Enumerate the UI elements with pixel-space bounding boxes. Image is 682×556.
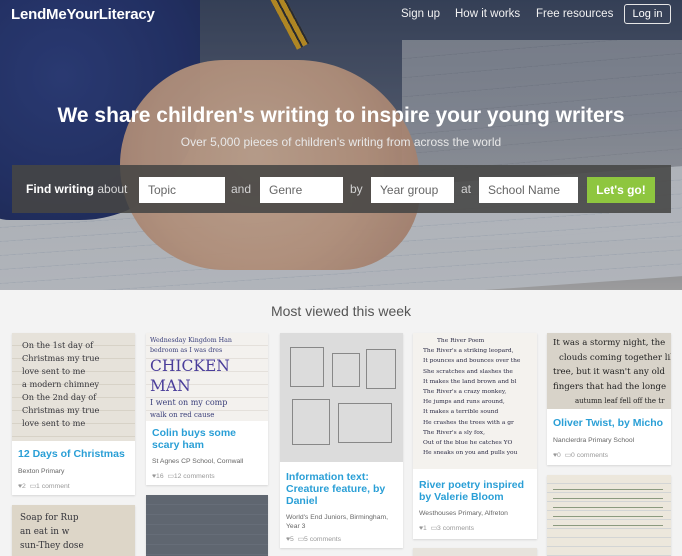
card-meta: ♥5 ▭5 comments xyxy=(286,536,342,543)
nav-free-resources[interactable]: Free resources xyxy=(536,8,613,20)
card-school: Bexton Primary xyxy=(18,468,65,475)
writing-card[interactable] xyxy=(413,548,537,556)
writing-card[interactable]: Wednesday Kingdom Han bedroom as I was d… xyxy=(146,333,268,485)
year-group-input[interactable] xyxy=(371,177,454,203)
search-label: Find writing about xyxy=(26,182,128,196)
card-title[interactable]: Oliver Twist, by Micho xyxy=(553,417,667,429)
topic-input[interactable] xyxy=(139,177,225,203)
writing-thumbnail: The River Poem The River's a striking le… xyxy=(413,333,537,469)
hero-subheadline: Over 5,000 pieces of children's writing … xyxy=(180,135,502,149)
writing-card[interactable]: Soap for Rup an eat in w sun-They dose xyxy=(12,505,135,556)
nav-how-it-works[interactable]: How it works xyxy=(455,8,520,20)
hero-headline: We share children's writing to inspire y… xyxy=(57,104,625,127)
card-school: World's End Juniors, Birmingham, Year 3 xyxy=(286,514,389,530)
writing-card[interactable]: On the 1st day of Christmas my true love… xyxy=(12,333,135,495)
genre-input[interactable] xyxy=(260,177,343,203)
writing-thumbnail xyxy=(413,548,537,556)
card-school: St Agnes CP School, Cornwall xyxy=(152,458,244,465)
card-meta: ♥16 ▭12 comments xyxy=(152,473,215,480)
writing-thumbnail: Wednesday Kingdom Han bedroom as I was d… xyxy=(146,333,268,421)
nav-sign-up[interactable]: Sign up xyxy=(401,8,440,20)
search-at-label: at xyxy=(461,182,472,196)
lets-go-button[interactable]: Let's go! xyxy=(587,177,655,203)
most-viewed-heading: Most viewed this week xyxy=(270,303,412,319)
card-meta: ♥2 ▭1 comment xyxy=(18,483,70,490)
card-title[interactable]: Information text: Creature feature, by D… xyxy=(286,471,399,507)
writing-thumbnail xyxy=(146,495,268,556)
writing-card[interactable] xyxy=(146,495,268,556)
writing-card[interactable]: Information text: Creature feature, by D… xyxy=(280,333,403,548)
search-and-label: and xyxy=(231,182,252,196)
login-button[interactable]: Log in xyxy=(624,4,671,24)
site-logo[interactable]: LendMeYourLiteracy xyxy=(11,6,155,23)
writing-card[interactable]: It was a stormy night, the clouds coming… xyxy=(547,333,671,465)
card-school: Westhouses Primary, Alfreton xyxy=(419,510,508,517)
search-by-label: by xyxy=(350,182,363,196)
writing-thumbnail: Soap for Rup an eat in w sun-They dose xyxy=(12,505,135,556)
writing-card[interactable]: The River Poem The River's a striking le… xyxy=(413,333,537,539)
card-school: Nanclerdra Primary School xyxy=(553,437,635,444)
writing-thumbnail xyxy=(547,475,671,556)
search-bar: Find writing about and by at Let's go! xyxy=(12,165,671,213)
card-meta: ♥1 ▭3 comments xyxy=(419,525,475,532)
card-title[interactable]: 12 Days of Christmas xyxy=(18,448,131,460)
writing-card[interactable] xyxy=(547,475,671,556)
card-meta: ♥0 ▭0 comments xyxy=(553,452,609,459)
card-title[interactable]: Colin buys some scary ham xyxy=(152,427,264,451)
school-name-input[interactable] xyxy=(479,177,578,203)
writing-thumbnail: On the 1st day of Christmas my true love… xyxy=(12,333,135,441)
writing-thumbnail: It was a stormy night, the clouds coming… xyxy=(547,333,671,409)
card-title[interactable]: River poetry inspired by Valerie Bloom xyxy=(419,479,533,503)
writing-thumbnail xyxy=(280,333,403,462)
